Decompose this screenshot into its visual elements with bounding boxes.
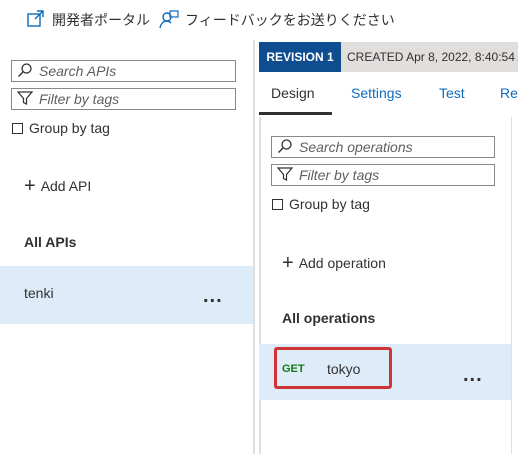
checkbox-box[interactable] bbox=[272, 198, 283, 210]
search-icon bbox=[272, 138, 299, 157]
add-operation-button[interactable]: + Add operation bbox=[282, 253, 386, 273]
tab-settings[interactable]: Settings bbox=[351, 85, 402, 101]
add-api-button[interactable]: + Add API bbox=[24, 176, 91, 196]
tab-design[interactable]: Design bbox=[271, 85, 315, 101]
tab-revisions[interactable]: Rev bbox=[500, 85, 518, 101]
filter-operations-placeholder: Filter by tags bbox=[299, 167, 380, 183]
filter-operations-input[interactable]: Filter by tags bbox=[271, 164, 495, 186]
api-name: tenki bbox=[24, 285, 54, 301]
plus-icon: + bbox=[282, 252, 294, 274]
filter-icon bbox=[272, 166, 299, 185]
filter-apis-placeholder: Filter by tags bbox=[39, 91, 120, 107]
revision-created-text: CREATED Apr 8, 2022, 8:40:54 A bbox=[341, 42, 518, 72]
group-by-tag-operations-checkbox[interactable]: Group by tag bbox=[272, 196, 370, 212]
feedback-icon bbox=[159, 9, 185, 32]
open-external-icon bbox=[26, 9, 52, 31]
operation-name: tokyo bbox=[327, 361, 361, 377]
add-api-label: Add API bbox=[40, 178, 92, 194]
active-tab-indicator bbox=[259, 112, 332, 115]
developer-portal-button[interactable]: 開発者ポータル bbox=[26, 0, 150, 40]
developer-portal-label: 開発者ポータル bbox=[52, 12, 150, 28]
search-apis-input[interactable]: Search APIs bbox=[11, 60, 236, 82]
search-operations-input[interactable]: Search operations bbox=[271, 136, 495, 158]
plus-icon: + bbox=[24, 175, 36, 197]
feedback-button[interactable]: フィードバックをお送りください bbox=[159, 0, 395, 40]
top-toolbar: 開発者ポータル フィードバックをお送りください bbox=[0, 0, 518, 40]
search-operations-placeholder: Search operations bbox=[299, 139, 413, 155]
group-by-tag-label: Group by tag bbox=[289, 196, 370, 212]
group-by-tag-apis-checkbox[interactable]: Group by tag bbox=[12, 120, 110, 136]
filter-apis-input[interactable]: Filter by tags bbox=[11, 88, 236, 110]
api-more-button[interactable]: ... bbox=[203, 286, 223, 306]
api-list-item-tenki[interactable]: tenki ... bbox=[0, 266, 253, 324]
all-operations-heading: All operations bbox=[282, 310, 376, 326]
checkbox-box[interactable] bbox=[12, 122, 23, 134]
filter-icon bbox=[12, 90, 39, 109]
all-apis-heading: All APIs bbox=[24, 234, 77, 250]
search-icon bbox=[12, 62, 39, 81]
operations-panel-border-right bbox=[511, 117, 512, 454]
http-method-badge: GET bbox=[282, 363, 305, 375]
operation-more-button[interactable]: ... bbox=[463, 365, 483, 385]
group-by-tag-label: Group by tag bbox=[29, 120, 110, 136]
feedback-label: フィードバックをお送りください bbox=[185, 12, 395, 28]
revision-badge: REVISION 1 bbox=[259, 42, 341, 72]
panel-divider bbox=[253, 40, 255, 454]
tab-test[interactable]: Test bbox=[439, 85, 465, 101]
operations-panel-border-left bbox=[259, 117, 261, 454]
add-operation-label: Add operation bbox=[298, 255, 386, 271]
search-apis-placeholder: Search APIs bbox=[39, 63, 117, 79]
